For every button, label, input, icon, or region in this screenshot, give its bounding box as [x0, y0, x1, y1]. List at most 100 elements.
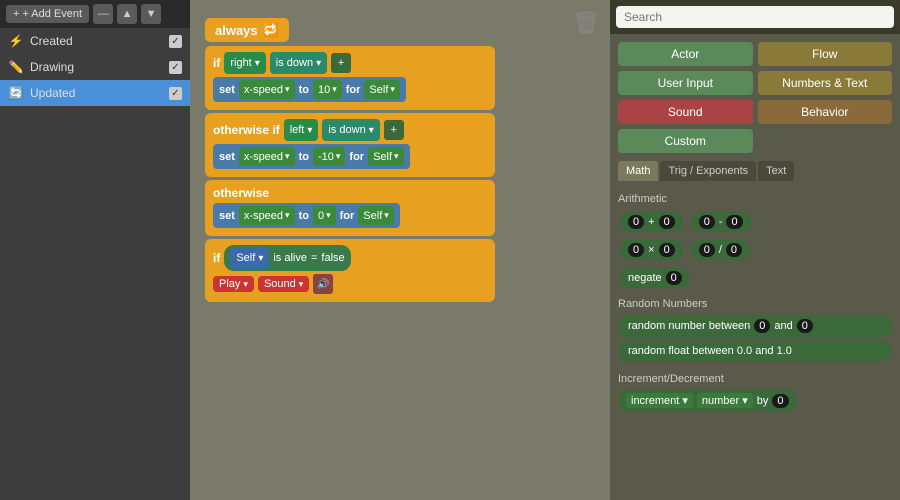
drawing-icon: ✏️ [8, 59, 24, 75]
updated-icon: 🔄 [8, 85, 24, 101]
set-row-1: set x-speed to 10 for Self [213, 77, 406, 102]
set-kw-1: set [219, 84, 235, 96]
increment-dropdown[interactable]: increment ▾ [626, 393, 693, 408]
actor-dropdown-1[interactable]: Self [364, 80, 400, 99]
search-input[interactable] [616, 6, 894, 28]
sidebar: + + Add Event — ▲ ▼ ⚡ Created ✏️ Drawing… [0, 0, 190, 500]
increment-block[interactable]: increment ▾ number ▾ by 0 [618, 390, 797, 411]
if-options-1[interactable]: + [331, 53, 351, 73]
otherwise-if-options[interactable]: + [384, 120, 404, 140]
actor-dropdown-3[interactable]: Self [358, 206, 394, 225]
sidebar-topbar: + + Add Event — ▲ ▼ [0, 0, 190, 28]
to-kw-2: to [299, 151, 309, 163]
is-down-dropdown-1[interactable]: is down [270, 52, 327, 74]
add-event-button[interactable]: + + Add Event [6, 5, 89, 23]
divide-block[interactable]: 0 / 0 [691, 240, 750, 260]
if-kw-1: if [213, 56, 220, 70]
false-text: false [321, 252, 344, 264]
to-kw-1: to [299, 84, 309, 96]
right-dropdown[interactable]: right [224, 52, 265, 74]
set-kw-3: set [219, 210, 235, 222]
otherwise-kw: otherwise [213, 186, 269, 200]
multiply-block[interactable]: 0 × 0 [620, 240, 683, 260]
sound-dropdown[interactable]: Sound [258, 276, 309, 292]
otherwise-if-block: otherwise if left is down + set x-speed … [205, 113, 495, 177]
collapse-button[interactable]: — [93, 4, 113, 24]
right-panel: Actor Flow User Input Numbers & Text Sou… [610, 0, 900, 500]
play-dropdown[interactable]: Play [213, 276, 254, 292]
add-event-label: + Add Event [22, 8, 82, 20]
tab-trig[interactable]: Trig / Exponents [660, 161, 756, 181]
cat-numberstext-button[interactable]: Numbers & Text [758, 71, 893, 95]
increment-row: increment ▾ number ▾ by 0 [618, 390, 892, 411]
actor-dropdown-2[interactable]: Self [368, 147, 404, 166]
sidebar-item-drawing[interactable]: ✏️ Drawing [0, 54, 190, 80]
cat-userinput-button[interactable]: User Input [618, 71, 753, 95]
add-block[interactable]: 0 + 0 [620, 212, 683, 232]
for-kw-1: for [346, 84, 361, 96]
to-kw-3: to [299, 210, 309, 222]
val-dropdown-2[interactable]: -10 [313, 147, 345, 166]
is-down-dropdown-2[interactable]: is down [322, 119, 379, 141]
random-int-block[interactable]: random number between 0 and 0 [618, 315, 892, 337]
subtract-block[interactable]: 0 - 0 [691, 212, 751, 232]
blocks-container: always 🔁 if right is down + set x-speed … [205, 18, 495, 305]
is-alive-text: is alive [273, 252, 307, 264]
left-dropdown[interactable]: left [284, 119, 319, 141]
cat-actor-button[interactable]: Actor [618, 42, 753, 66]
cat-flow-button[interactable]: Flow [758, 42, 893, 66]
increment-title: Increment/Decrement [618, 373, 892, 385]
eq-text: = [311, 252, 317, 264]
xspeed-dropdown-1[interactable]: x-speed [239, 80, 295, 99]
condition-row: Self is alive = false [224, 245, 350, 271]
tab-math[interactable]: Math [618, 161, 658, 181]
up-button[interactable]: ▲ [117, 4, 137, 24]
set-row-2: set x-speed to -10 for Self [213, 144, 410, 169]
if-row-2: if Self is alive = false [213, 245, 487, 271]
xspeed-dropdown-2[interactable]: x-speed [239, 147, 295, 166]
sidebar-item-created[interactable]: ⚡ Created [0, 28, 190, 54]
val-dropdown-1[interactable]: 10 [313, 80, 342, 99]
volume-button[interactable]: 🔊 [313, 274, 333, 294]
negate-block[interactable]: negate 0 [620, 268, 690, 288]
always-icon: 🔁 [263, 22, 279, 38]
add-icon: + [13, 8, 19, 20]
otherwise-if-kw: otherwise if [213, 123, 280, 137]
search-bar [610, 0, 900, 34]
if-row-1: if right is down + [213, 52, 487, 74]
arithmetic-title: Arithmetic [618, 193, 892, 205]
canvas: 🗑 always 🔁 if right is down + set x-spee… [190, 0, 610, 500]
xspeed-dropdown-3[interactable]: x-speed [239, 206, 295, 225]
random-float-block[interactable]: random float between 0.0 and 1.0 [618, 341, 892, 361]
self-dropdown[interactable]: Self [230, 247, 269, 269]
val-dropdown-3[interactable]: 0 [313, 206, 336, 225]
play-row: Play Sound 🔊 [213, 274, 487, 294]
for-kw-2: for [349, 151, 364, 163]
always-block[interactable]: always 🔁 [205, 18, 289, 42]
otherwise-if-row: otherwise if left is down + [213, 119, 487, 141]
created-checkbox[interactable] [169, 35, 182, 48]
cat-sound-button[interactable]: Sound [618, 100, 753, 124]
otherwise-row: otherwise [213, 186, 487, 200]
if-kw-2: if [213, 251, 220, 265]
updated-checkbox[interactable] [169, 87, 182, 100]
sidebar-item-updated[interactable]: 🔄 Updated [0, 80, 190, 106]
if-block-1: if right is down + set x-speed to 10 for… [205, 46, 495, 110]
trash-icon[interactable]: 🗑 [572, 10, 600, 36]
down-button[interactable]: ▼ [141, 4, 161, 24]
random-title: Random Numbers [618, 298, 892, 310]
sidebar-item-label-updated: Updated [30, 86, 163, 100]
tab-text[interactable]: Text [758, 161, 794, 181]
cat-behavior-button[interactable]: Behavior [758, 100, 893, 124]
cat-custom-button[interactable]: Custom [618, 129, 753, 153]
set-kw-2: set [219, 151, 235, 163]
always-label-text: always [215, 23, 258, 38]
drawing-checkbox[interactable] [169, 61, 182, 74]
number-dropdown[interactable]: number ▾ [697, 393, 753, 408]
sidebar-item-label-drawing: Drawing [30, 60, 163, 74]
arithmetic-row-2: 0 × 0 0 / 0 [618, 238, 892, 262]
for-kw-3: for [340, 210, 355, 222]
negate-row: negate 0 [618, 266, 892, 290]
set-row-3: set x-speed to 0 for Self [213, 203, 400, 228]
arithmetic-row-1: 0 + 0 0 - 0 [618, 210, 892, 234]
